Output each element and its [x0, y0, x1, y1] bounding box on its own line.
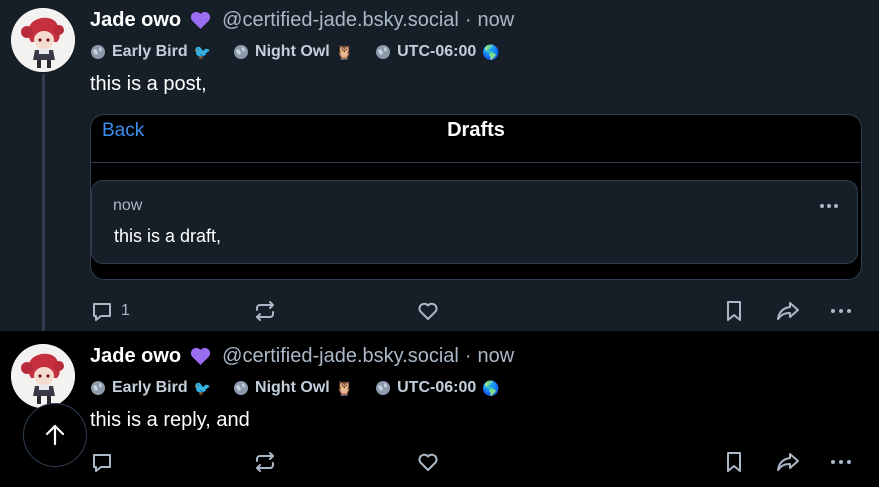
post-timestamp[interactable]: now — [478, 345, 515, 368]
badge-early-bird: Early Bird 🐦 — [90, 379, 211, 397]
post-item[interactable]: Jade owo @certified-jade.bsky.social · n… — [0, 0, 879, 340]
globe-icon — [234, 45, 249, 59]
draft-item[interactable]: now this is a draft, — [91, 180, 858, 264]
post-timestamp[interactable]: now — [478, 9, 515, 32]
draft-text: this is a draft, — [114, 226, 222, 246]
author-handle[interactable]: @certified-jade.bsky.social — [222, 345, 459, 368]
drafts-title: Drafts — [447, 119, 505, 141]
badge-label: Night Owl — [255, 379, 330, 396]
badge-label: Early Bird — [112, 379, 188, 396]
bookmark-icon — [727, 452, 741, 472]
badge-label: UTC-06:00 — [397, 379, 477, 396]
globe-icon — [91, 381, 105, 395]
post-header: Jade owo @certified-jade.bsky.social · n… — [90, 342, 514, 370]
like-icon — [418, 453, 438, 471]
more-horizontal-icon — [831, 460, 851, 464]
purple-heart-icon — [190, 347, 211, 366]
like-button[interactable] — [416, 447, 440, 477]
embedded-drafts-screenshot[interactable]: Back Drafts now this is a draft, — [90, 114, 862, 280]
share-icon — [777, 302, 799, 320]
badge-timezone: UTC-06:00 🌎 — [375, 379, 500, 397]
repost-icon — [256, 452, 274, 472]
author-handle[interactable]: @certified-jade.bsky.social — [222, 9, 459, 32]
badge-label: Night Owl — [255, 43, 330, 60]
earth-emoji: 🌎 — [482, 379, 500, 396]
share-button[interactable] — [776, 447, 800, 477]
post-text: this is a reply, and — [90, 409, 250, 431]
profile-badges: Early Bird 🐦 Night Owl 🦉 UTC-06:00 🌎 — [90, 377, 522, 399]
like-icon — [418, 302, 438, 320]
repost-button[interactable] — [253, 296, 277, 326]
bird-emoji: 🐦 — [193, 379, 212, 396]
share-icon — [777, 453, 799, 471]
globe-icon — [234, 381, 249, 395]
share-button[interactable] — [776, 296, 800, 326]
reply-count: 1 — [121, 302, 130, 319]
avatar[interactable] — [11, 8, 75, 72]
globe-icon — [91, 45, 105, 59]
draft-timestamp: now — [113, 197, 143, 214]
repost-icon — [256, 301, 274, 321]
bookmark-button[interactable] — [722, 447, 746, 477]
post-action-bar: 1 — [0, 296, 879, 326]
reply-icon — [93, 303, 111, 321]
globe-icon — [376, 45, 391, 59]
badge-label: UTC-06:00 — [397, 43, 477, 60]
like-button[interactable] — [416, 296, 440, 326]
post-header: Jade owo @certified-jade.bsky.social · n… — [90, 6, 514, 34]
more-options-button[interactable] — [829, 296, 853, 326]
bookmark-icon — [727, 301, 741, 321]
owl-emoji: 🦉 — [335, 379, 354, 396]
arrow-up-icon — [45, 424, 65, 446]
header-separator: · — [464, 344, 472, 367]
avatar[interactable] — [11, 344, 75, 408]
badge-label: Early Bird — [112, 43, 188, 60]
owl-emoji: 🦉 — [335, 43, 354, 60]
more-horizontal-icon[interactable] — [819, 203, 839, 209]
badge-night-owl: Night Owl 🦉 — [233, 379, 353, 397]
badge-timezone: UTC-06:00 🌎 — [375, 43, 500, 61]
more-options-button[interactable] — [829, 447, 853, 477]
repost-button[interactable] — [253, 447, 277, 477]
badge-night-owl: Night Owl 🦉 — [233, 43, 353, 61]
author-display-name[interactable]: Jade owo — [90, 345, 181, 368]
post-text: this is a post, — [90, 73, 207, 95]
earth-emoji: 🌎 — [482, 43, 500, 60]
bookmark-button[interactable] — [722, 296, 746, 326]
reply-button[interactable]: 1 — [90, 296, 130, 326]
post-action-bar — [0, 447, 879, 477]
bird-emoji: 🐦 — [193, 43, 212, 60]
post-item[interactable]: Jade owo @certified-jade.bsky.social · n… — [0, 331, 879, 487]
header-separator: · — [464, 8, 472, 31]
reply-button[interactable] — [90, 447, 114, 477]
badge-early-bird: Early Bird 🐦 — [90, 43, 211, 61]
profile-badges: Early Bird 🐦 Night Owl 🦉 UTC-06:00 🌎 — [90, 41, 522, 63]
purple-heart-icon — [190, 11, 211, 30]
scroll-to-top-button[interactable] — [23, 403, 87, 467]
globe-icon — [376, 381, 391, 395]
more-horizontal-icon — [831, 309, 851, 313]
reply-icon — [93, 454, 111, 472]
drafts-header-bar: Back Drafts — [91, 115, 861, 163]
author-display-name[interactable]: Jade owo — [90, 9, 181, 32]
